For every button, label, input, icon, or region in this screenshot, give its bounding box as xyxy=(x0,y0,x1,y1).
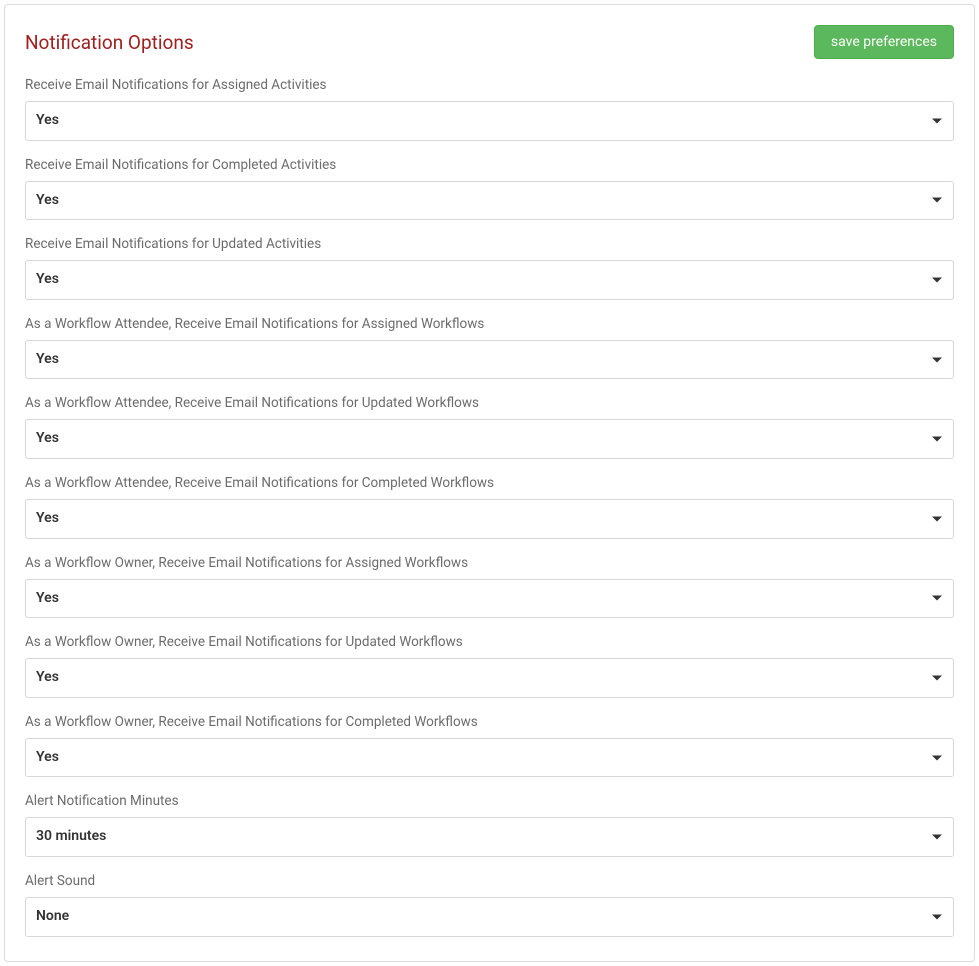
field-label: As a Workflow Attendee, Receive Email No… xyxy=(25,395,954,411)
select-attendee-updated-workflows[interactable]: Yes xyxy=(25,419,954,459)
field-label: Receive Email Notifications for Assigned… xyxy=(25,77,954,93)
field-label: Alert Notification Minutes xyxy=(25,793,954,809)
field-label: As a Workflow Attendee, Receive Email No… xyxy=(25,316,954,332)
page-title: Notification Options xyxy=(25,31,194,54)
field-label: As a Workflow Owner, Receive Email Notif… xyxy=(25,634,954,650)
select-wrapper: None xyxy=(25,897,954,937)
select-owner-assigned-workflows[interactable]: Yes xyxy=(25,579,954,619)
notification-options-panel: Notification Options save preferences Re… xyxy=(4,4,975,962)
field-label: As a Workflow Attendee, Receive Email No… xyxy=(25,475,954,491)
field-owner-assigned-workflows: As a Workflow Owner, Receive Email Notif… xyxy=(25,555,954,619)
field-label: As a Workflow Owner, Receive Email Notif… xyxy=(25,555,954,571)
select-updated-activities[interactable]: Yes xyxy=(25,260,954,300)
select-owner-updated-workflows[interactable]: Yes xyxy=(25,658,954,698)
field-owner-updated-workflows: As a Workflow Owner, Receive Email Notif… xyxy=(25,634,954,698)
select-wrapper: Yes xyxy=(25,181,954,221)
select-wrapper: 30 minutes xyxy=(25,817,954,857)
select-alert-minutes[interactable]: 30 minutes xyxy=(25,817,954,857)
select-attendee-completed-workflows[interactable]: Yes xyxy=(25,499,954,539)
field-label: Receive Email Notifications for Updated … xyxy=(25,236,954,252)
field-attendee-completed-workflows: As a Workflow Attendee, Receive Email No… xyxy=(25,475,954,539)
select-wrapper: Yes xyxy=(25,579,954,619)
field-label: Receive Email Notifications for Complete… xyxy=(25,157,954,173)
select-wrapper: Yes xyxy=(25,340,954,380)
select-wrapper: Yes xyxy=(25,260,954,300)
select-wrapper: Yes xyxy=(25,419,954,459)
field-updated-activities: Receive Email Notifications for Updated … xyxy=(25,236,954,300)
field-attendee-assigned-workflows: As a Workflow Attendee, Receive Email No… xyxy=(25,316,954,380)
select-alert-sound[interactable]: None xyxy=(25,897,954,937)
select-wrapper: Yes xyxy=(25,499,954,539)
select-wrapper: Yes xyxy=(25,738,954,778)
select-completed-activities[interactable]: Yes xyxy=(25,181,954,221)
select-attendee-assigned-workflows[interactable]: Yes xyxy=(25,340,954,380)
field-assigned-activities: Receive Email Notifications for Assigned… xyxy=(25,77,954,141)
field-alert-minutes: Alert Notification Minutes 30 minutes xyxy=(25,793,954,857)
field-label: Alert Sound xyxy=(25,873,954,889)
field-completed-activities: Receive Email Notifications for Complete… xyxy=(25,157,954,221)
select-wrapper: Yes xyxy=(25,658,954,698)
field-attendee-updated-workflows: As a Workflow Attendee, Receive Email No… xyxy=(25,395,954,459)
field-owner-completed-workflows: As a Workflow Owner, Receive Email Notif… xyxy=(25,714,954,778)
select-owner-completed-workflows[interactable]: Yes xyxy=(25,738,954,778)
field-label: As a Workflow Owner, Receive Email Notif… xyxy=(25,714,954,730)
select-assigned-activities[interactable]: Yes xyxy=(25,101,954,141)
select-wrapper: Yes xyxy=(25,101,954,141)
field-alert-sound: Alert Sound None xyxy=(25,873,954,937)
panel-header: Notification Options save preferences xyxy=(25,25,954,59)
save-preferences-button[interactable]: save preferences xyxy=(814,25,954,59)
